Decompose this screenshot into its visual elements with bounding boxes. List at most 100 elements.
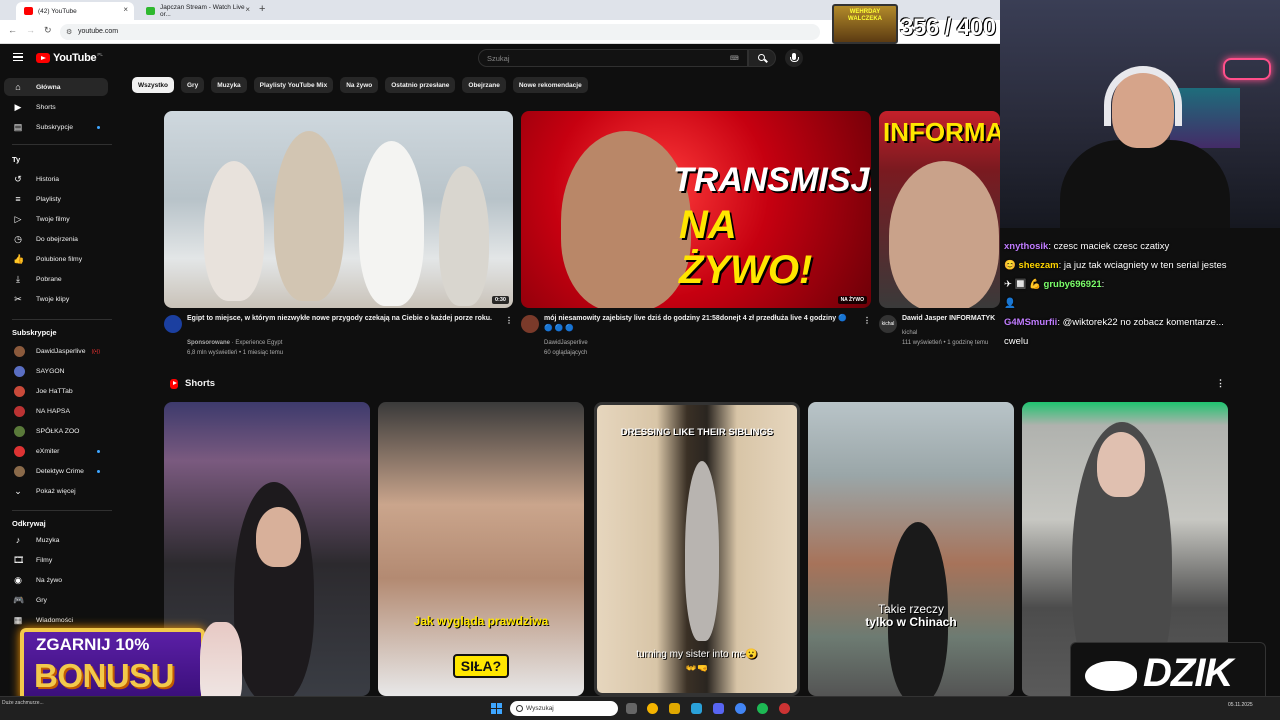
menu-icon[interactable] (13, 53, 23, 61)
sidebar-item[interactable]: 🎮 Gry (4, 591, 108, 609)
task-view-icon[interactable] (626, 703, 637, 714)
video-channel[interactable]: Sponsorowane · Experience Egypt (187, 338, 282, 348)
sidebar-item-label: Gry (36, 596, 47, 604)
sidebar-section-header[interactable]: Subskrypcje (12, 328, 57, 337)
chrome-icon[interactable] (647, 703, 658, 714)
sidebar-item-label: Joe HaTTab (36, 387, 73, 395)
shorts-icon: ▶ (14, 102, 22, 112)
file-explorer-icon[interactable] (669, 703, 680, 714)
more-options-icon[interactable]: ⋮ (863, 316, 871, 325)
sidebar-item[interactable]: SAYGON (4, 362, 108, 380)
search-button[interactable] (748, 49, 776, 67)
video-thumbnail[interactable]: 0:30 (164, 111, 513, 308)
clock[interactable]: 05.11.2025 (1228, 702, 1253, 709)
video-thumbnail[interactable]: TRANSMISJA NA ŻYWO! NA ŻYWO (521, 111, 871, 308)
sidebar-item[interactable]: Joe HaTTab (4, 382, 108, 400)
sidebar-item[interactable]: ▷ Twoje filmy (4, 210, 108, 228)
search-icon (758, 54, 765, 61)
sidebar-item[interactable]: ⤓ Pobrane (4, 270, 108, 288)
url-field[interactable]: ⚙ youtube.com (60, 24, 820, 40)
music-icon: ♪ (15, 535, 21, 545)
channel-avatar[interactable] (164, 315, 182, 333)
video-title[interactable]: Egipt to miejsce, w którym niezwykłe now… (187, 314, 497, 324)
forward-icon[interactable]: → (26, 25, 35, 35)
sidebar-item[interactable]: SPÓŁKA ZOO (4, 422, 108, 440)
channel-avatar[interactable]: kichal (879, 315, 897, 333)
discord-icon[interactable] (713, 703, 724, 714)
sidebar-item-label: Playlisty (36, 195, 61, 203)
site-info-icon[interactable]: ⚙ (66, 28, 72, 36)
chip[interactable]: Obejrzane (462, 77, 506, 93)
sidebar-item[interactable]: ≡ Playlisty (4, 190, 108, 208)
neon-sign (1223, 58, 1271, 80)
sidebar-item[interactable]: ✂ Twoje klipy (4, 290, 108, 308)
chat-username: gruby696921 (1043, 279, 1102, 290)
chip[interactable]: Gry (180, 77, 205, 93)
youtube-header: YouTube PL Szukaj ⌨ (0, 44, 1000, 72)
spotify-icon[interactable] (757, 703, 768, 714)
browser-icon[interactable] (735, 703, 746, 714)
start-icon[interactable] (491, 703, 502, 714)
chip[interactable]: Playlisty YouTube Mix (253, 77, 334, 93)
back-icon[interactable]: ← (8, 25, 17, 35)
sidebar-item[interactable]: NA HAPSA (4, 402, 108, 420)
short-thumbnail[interactable]: Takie rzeczy tylko w Chinach (808, 402, 1014, 696)
more-options-icon[interactable]: ⋮ (505, 316, 513, 325)
chevron-down-icon: ⌄ (14, 486, 22, 496)
tab-japczan-stream[interactable]: Japczan Stream - Watch Live or... × (138, 2, 256, 20)
search-input[interactable]: Szukaj (478, 49, 748, 67)
divider (12, 144, 112, 145)
short-thumbnail[interactable]: Jak wygląda prawdziwa SIŁA? (378, 402, 584, 696)
sidebar-item[interactable]: Detektyw Crime (4, 462, 108, 480)
sidebar-item-label: Detektyw Crime (36, 467, 84, 475)
weather-widget[interactable]: Duże zachmurze... (2, 700, 44, 707)
sidebar-item-label: DawidJasperlive (36, 347, 86, 355)
youtube-logo[interactable]: YouTube PL (36, 52, 103, 64)
short-caption: Jak wygląda prawdziwa (413, 614, 549, 628)
sidebar-item[interactable]: ↺ Historia (4, 170, 108, 188)
sidebar-item[interactable]: ◷ Do obejrzenia (4, 230, 108, 248)
sidebar-item[interactable]: ▤ Subskrypcje (4, 118, 108, 136)
chip[interactable]: Ostatnio przesłane (385, 77, 456, 93)
clock-icon: ◷ (14, 234, 22, 244)
subscriptions-icon: ▤ (13, 122, 23, 132)
chip[interactable]: Na żywo (340, 77, 379, 93)
app-icon[interactable] (779, 703, 790, 714)
close-tab-icon[interactable]: × (123, 5, 128, 14)
short-caption: turning my sister into me😮 (636, 649, 758, 660)
chat-badges: 😊 (1004, 260, 1019, 271)
sidebar-section-header[interactable]: Ty (12, 155, 20, 164)
video-title[interactable]: mój niesamowity zajebisty live dziś do g… (544, 314, 854, 334)
tab-youtube[interactable]: (42) YouTube × (16, 2, 134, 20)
sidebar-item[interactable]: ▶ Shorts (4, 98, 108, 116)
video-thumbnail[interactable]: INFORMAT (879, 111, 1000, 308)
sidebar-item[interactable]: ◉ Na żywo (4, 571, 108, 589)
sidebar-item[interactable]: 👍 Polubione filmy (4, 250, 108, 268)
telegram-icon[interactable] (691, 703, 702, 714)
sidebar-section-header[interactable]: Odkrywaj (12, 519, 46, 528)
sidebar-item[interactable]: 🎞 Filmy (4, 551, 108, 569)
voice-search-icon[interactable] (785, 49, 803, 67)
chip[interactable]: Nowe rekomendacje (512, 77, 588, 93)
sidebar-item[interactable]: ▦ Wiadomości (4, 611, 108, 629)
boar-icon (1085, 661, 1137, 691)
sidebar-item[interactable]: DawidJasperlive ((•)) (4, 342, 108, 360)
keyboard-icon[interactable]: ⌨ (730, 55, 739, 62)
reload-icon[interactable]: ↻ (44, 25, 52, 36)
sidebar-item[interactable]: ⌂ Główna (4, 78, 108, 96)
channel-avatar[interactable] (521, 315, 539, 333)
close-tab-icon[interactable]: × (245, 5, 250, 14)
chip[interactable]: Wszystko (132, 77, 174, 93)
chip[interactable]: Muzyka (211, 77, 247, 93)
film-icon: 🎞 (13, 555, 25, 565)
video-channel[interactable]: kichal (902, 328, 917, 338)
sidebar-item[interactable]: Pokaż więcej ⌄ (4, 482, 108, 500)
new-tab-button[interactable]: + (259, 3, 265, 15)
short-thumbnail[interactable]: DRESSING LIKE THEIR SIBLINGS turning my … (594, 402, 800, 696)
short-caption: Takie rzeczy (877, 602, 945, 616)
taskbar-search-input[interactable]: Wyszukaj (510, 701, 618, 716)
sidebar-item[interactable]: eXmiter (4, 442, 108, 460)
video-channel[interactable]: DawidJasperlive (544, 338, 588, 348)
sidebar-item[interactable]: ♪ Muzyka (4, 531, 108, 549)
more-options-icon[interactable]: ⋮ (1216, 378, 1225, 389)
